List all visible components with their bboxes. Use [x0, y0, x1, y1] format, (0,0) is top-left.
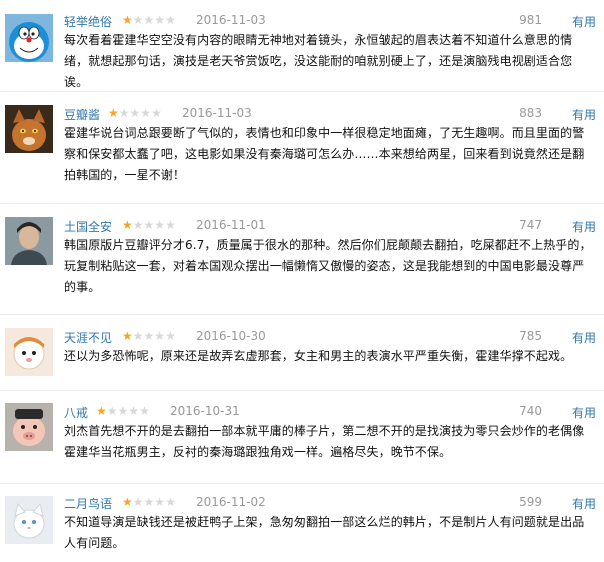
comment-item: 天涯不见 ★★★★★ 2016-10-30 785 有用 还以为多恐怖呢，原来还…: [0, 326, 604, 386]
comment-item: 轻举绝俗 ★★★★★ 2016-11-03 981 有用 每次看着霍建华空空没有…: [0, 10, 604, 90]
useful-button[interactable]: 有用: [572, 13, 596, 30]
comment-text: 韩国原版片豆瓣评分才6.7，质量属于很水的那种。然后你们屁颠颠去翻拍，吃屎都赶不…: [64, 238, 592, 294]
divider: [0, 483, 604, 484]
divider: [0, 314, 604, 315]
comment-text: 刘杰首先想不开的是去翻拍一部本就平庸的棒子片，第二想不开的是找演技为零只会炒作的…: [64, 424, 585, 459]
star-on-icon: ★: [122, 495, 133, 509]
comment-date: 2016-10-30: [196, 329, 266, 343]
star-off-icon: ★: [140, 106, 152, 120]
vote-count: 785: [519, 329, 542, 343]
rating-stars: ★★★★★: [122, 13, 176, 27]
cat-avatar-image: [5, 105, 53, 153]
comment-date: 2016-11-01: [196, 218, 266, 232]
comment-item: 八戒 ★★★★★ 2016-10-31 740 有用 刘杰首先想不开的是去翻拍一…: [0, 401, 604, 479]
username-link[interactable]: 八戒: [64, 404, 88, 421]
vote-count: 883: [519, 106, 542, 120]
star-off-icon: ★: [143, 13, 155, 27]
comment-date: 2016-11-03: [182, 106, 252, 120]
doraemon-avatar[interactable]: [5, 14, 53, 62]
comment-item: 土国全安 ★★★★★ 2016-11-01 747 有用 韩国原版片豆瓣评分才6…: [0, 215, 604, 307]
comment-text: 还以为多恐怖呢，原来还是故弄玄虚那套，女主和男主的表演水平严重失衡，霍建华撑不起…: [64, 349, 573, 363]
star-on-icon: ★: [122, 329, 133, 343]
star-off-icon: ★: [143, 495, 155, 509]
star-off-icon: ★: [132, 329, 144, 343]
comment-meta: 豆瓣酱 ★★★★★ 2016-11-03 883 有用: [64, 103, 600, 123]
star-off-icon: ★: [165, 218, 176, 232]
comment-meta: 二月鸟语 ★★★★★ 2016-11-02 599 有用: [64, 492, 600, 512]
comment-meta: 天涯不见 ★★★★★ 2016-10-30 785 有用: [64, 326, 600, 346]
vote-count: 599: [519, 495, 542, 509]
star-on-icon: ★: [96, 404, 107, 418]
rating-stars: ★★★★★: [122, 495, 176, 509]
star-off-icon: ★: [154, 495, 166, 509]
vote-count: 981: [519, 13, 542, 27]
star-off-icon: ★: [151, 106, 162, 120]
divider: [0, 390, 604, 391]
useful-button[interactable]: 有用: [572, 106, 596, 123]
star-off-icon: ★: [143, 218, 155, 232]
comment-text: 不知道导演是缺钱还是被赶鸭子上架，急匆匆翻拍一部这么烂的韩片，不是制片人有问题就…: [64, 515, 585, 550]
comment-text: 霍建华说台词总跟要断了气似的，表情也和印象中一样很稳定地面瘫，了无生趣啊。而且里…: [64, 126, 585, 182]
username-link[interactable]: 土国全安: [64, 218, 112, 235]
white-cat-avatar-image: [5, 496, 53, 544]
comment-item: 豆瓣酱 ★★★★★ 2016-11-03 883 有用 霍建华说台词总跟要断了气…: [0, 103, 604, 197]
portrait-avatar-image: [5, 217, 53, 265]
useful-button[interactable]: 有用: [572, 404, 596, 421]
pig-avatar[interactable]: [5, 403, 53, 451]
star-off-icon: ★: [165, 329, 176, 343]
comment-date: 2016-11-02: [196, 495, 266, 509]
star-off-icon: ★: [118, 106, 130, 120]
star-off-icon: ★: [117, 404, 129, 418]
star-off-icon: ★: [132, 13, 144, 27]
star-off-icon: ★: [106, 404, 118, 418]
comment-meta: 土国全安 ★★★★★ 2016-11-01 747 有用: [64, 215, 600, 235]
username-link[interactable]: 豆瓣酱: [64, 106, 100, 123]
useful-button[interactable]: 有用: [572, 218, 596, 235]
vote-count: 747: [519, 218, 542, 232]
star-off-icon: ★: [129, 106, 141, 120]
star-off-icon: ★: [132, 495, 144, 509]
star-off-icon: ★: [154, 329, 166, 343]
rating-stars: ★★★★★: [122, 218, 176, 232]
cartoon-avatar-image: [5, 328, 53, 376]
star-on-icon: ★: [122, 13, 133, 27]
star-off-icon: ★: [165, 13, 176, 27]
rating-stars: ★★★★★: [108, 106, 162, 120]
star-off-icon: ★: [139, 404, 150, 418]
comment-text: 每次看着霍建华空空没有内容的眼睛无神地对着镜头，永恒皱起的眉表达着不知道什么意思…: [64, 33, 573, 89]
username-link[interactable]: 二月鸟语: [64, 495, 112, 512]
star-off-icon: ★: [165, 495, 176, 509]
portrait-avatar[interactable]: [5, 217, 53, 265]
doraemon-avatar-image: [5, 14, 53, 62]
comment-meta: 轻举绝俗 ★★★★★ 2016-11-03 981 有用: [64, 10, 600, 30]
star-off-icon: ★: [128, 404, 140, 418]
white-cat-avatar[interactable]: [5, 496, 53, 544]
cat-avatar[interactable]: [5, 105, 53, 153]
cartoon-avatar[interactable]: [5, 328, 53, 376]
star-off-icon: ★: [132, 218, 144, 232]
pig-avatar-image: [5, 403, 53, 451]
comment-meta: 八戒 ★★★★★ 2016-10-31 740 有用: [64, 401, 600, 421]
star-on-icon: ★: [122, 218, 133, 232]
rating-stars: ★★★★★: [122, 329, 176, 343]
useful-button[interactable]: 有用: [572, 329, 596, 346]
divider: [0, 203, 604, 204]
comment-date: 2016-11-03: [196, 13, 266, 27]
star-off-icon: ★: [143, 329, 155, 343]
useful-button[interactable]: 有用: [572, 495, 596, 512]
star-off-icon: ★: [154, 218, 166, 232]
vote-count: 740: [519, 404, 542, 418]
rating-stars: ★★★★★: [96, 404, 150, 418]
username-link[interactable]: 轻举绝俗: [64, 13, 112, 30]
comment-date: 2016-10-31: [170, 404, 240, 418]
username-link[interactable]: 天涯不见: [64, 329, 112, 346]
comment-item: 二月鸟语 ★★★★★ 2016-11-02 599 有用 不知道导演是缺钱还是被…: [0, 492, 604, 558]
star-on-icon: ★: [108, 106, 119, 120]
divider: [0, 91, 604, 92]
star-off-icon: ★: [154, 13, 166, 27]
